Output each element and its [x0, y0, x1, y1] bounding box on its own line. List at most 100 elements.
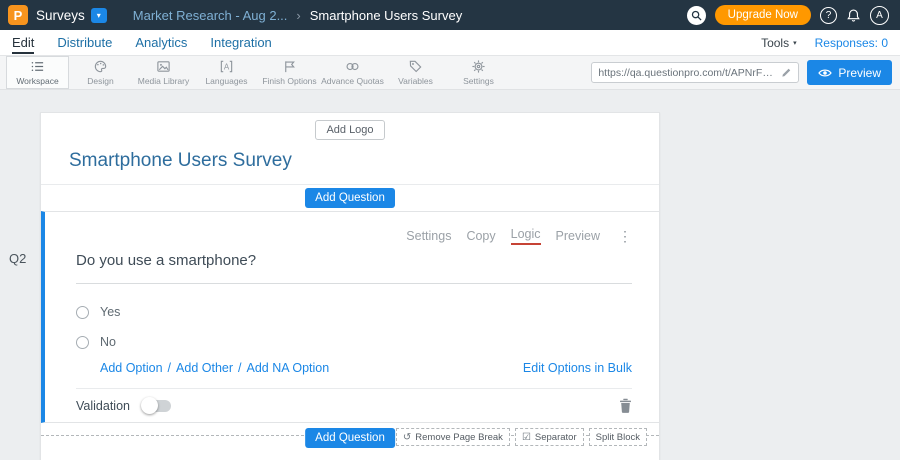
add-logo-button[interactable]: Add Logo	[315, 120, 384, 140]
preview-button[interactable]: Preview	[807, 60, 892, 85]
eye-icon	[818, 68, 832, 78]
breadcrumb-parent[interactable]: Market Research - Aug 2...	[133, 8, 288, 23]
toolbar-item-workspace[interactable]: Workspace	[6, 56, 69, 89]
toolbar-item-label: Media Library	[138, 76, 190, 86]
bell-icon[interactable]	[846, 8, 861, 23]
chevron-down-icon: ▾	[793, 39, 797, 47]
questionpro-logo[interactable]: P	[8, 5, 28, 25]
option-links-row: Add Option / Add Other / Add NA Option E…	[76, 361, 632, 375]
toggle-knob	[141, 397, 158, 414]
question-preview-link[interactable]: Preview	[556, 229, 600, 243]
builder-toolbar: Workspace Design Media Library A Languag…	[0, 56, 900, 90]
toolbar-item-media-library[interactable]: Media Library	[132, 56, 195, 89]
add-question-button-bottom[interactable]: Add Question	[305, 428, 395, 448]
preview-label: Preview	[838, 66, 881, 80]
question-number: Q2	[9, 251, 26, 266]
help-button[interactable]: ?	[820, 7, 837, 24]
answer-option-row: No	[76, 335, 632, 349]
add-question-button-top[interactable]: Add Question	[305, 188, 395, 208]
gear-icon	[471, 59, 486, 74]
separator-button[interactable]: ☑ Separator	[515, 428, 584, 446]
survey-url-field[interactable]: https://qa.questionpro.com/t/APNrFZgQ	[591, 62, 799, 83]
avatar[interactable]: A	[870, 6, 889, 25]
radio-button[interactable]	[76, 306, 89, 319]
tab-analytics[interactable]: Analytics	[135, 32, 187, 54]
toolbar-item-label: Design	[87, 76, 113, 86]
tools-menu[interactable]: Tools ▾	[761, 36, 797, 50]
nav-right: Tools ▾ Responses: 0	[761, 36, 888, 50]
add-option-link[interactable]: Add Option	[100, 361, 163, 375]
toolbar-item-advance-quotas[interactable]: Advance Quotas	[321, 56, 384, 89]
flag-icon	[282, 59, 297, 74]
tag-icon	[408, 59, 423, 74]
validation-label: Validation	[76, 399, 130, 413]
link-separator: /	[168, 361, 171, 375]
question-actions: Settings Copy Logic Preview ⋮	[76, 212, 632, 245]
validation-toggle[interactable]	[142, 400, 171, 412]
answer-option-row: Yes	[76, 305, 632, 319]
breadcrumb-separator-icon: ›	[296, 8, 300, 23]
tab-edit[interactable]: Edit	[12, 32, 34, 54]
chevron-down-icon[interactable]: ▾	[91, 8, 107, 23]
trash-icon	[619, 398, 632, 413]
upgrade-now-button[interactable]: Upgrade Now	[715, 5, 811, 25]
checkbox-icon: ☑	[522, 432, 531, 443]
toolbar-item-label: Variables	[398, 76, 433, 86]
svg-text:A: A	[224, 62, 230, 71]
product-menu-label[interactable]: Surveys	[36, 8, 85, 23]
delete-question-button[interactable]	[619, 398, 632, 413]
question-settings-link[interactable]: Settings	[406, 229, 451, 243]
section-nav: Edit Distribute Analytics Integration To…	[0, 30, 900, 56]
image-icon	[156, 59, 171, 74]
translate-icon: A	[219, 59, 234, 74]
toolbar-item-design[interactable]: Design	[69, 56, 132, 89]
undo-arrow-icon: ↺	[403, 432, 411, 443]
toolbar-item-label: Languages	[205, 76, 247, 86]
toolbar-item-label: Finish Options	[262, 76, 316, 86]
builder-canvas: Q2 Add Logo Smartphone Users Survey Add …	[0, 90, 900, 460]
tab-integration[interactable]: Integration	[210, 32, 271, 54]
add-na-option-link[interactable]: Add NA Option	[247, 361, 330, 375]
tab-distribute[interactable]: Distribute	[57, 32, 112, 54]
survey-title[interactable]: Smartphone Users Survey	[41, 140, 659, 185]
radio-button[interactable]	[76, 336, 89, 349]
separator-label: Separator	[535, 432, 577, 443]
add-other-link[interactable]: Add Other	[176, 361, 233, 375]
toolbar-item-label: Settings	[463, 76, 494, 86]
toolbar-item-label: Workspace	[16, 76, 58, 86]
list-icon	[30, 59, 45, 74]
survey-card: Add Logo Smartphone Users Survey Add Que…	[40, 112, 660, 460]
question-block: Settings Copy Logic Preview ⋮ Do you use…	[41, 211, 659, 423]
top-bar: P Surveys ▾ Market Research - Aug 2... ›…	[0, 0, 900, 30]
links-icon	[345, 59, 360, 74]
validation-row: Validation	[76, 389, 632, 422]
search-button[interactable]	[687, 6, 706, 25]
remove-page-break-label: Remove Page Break	[415, 432, 503, 443]
topbar-actions: Upgrade Now ? A	[687, 5, 889, 25]
remove-page-break-button[interactable]: ↺ Remove Page Break	[396, 428, 510, 446]
toolbar-item-variables[interactable]: Variables	[384, 56, 447, 89]
question-copy-link[interactable]: Copy	[466, 229, 495, 243]
question-text[interactable]: Do you use a smartphone?	[76, 252, 632, 284]
option-label[interactable]: Yes	[100, 305, 120, 319]
breadcrumb-current: Smartphone Users Survey	[310, 8, 462, 23]
page-footer: Add Question ↺ Remove Page Break ☑ Separ…	[41, 423, 659, 460]
toolbar-item-languages[interactable]: A Languages	[195, 56, 258, 89]
pencil-icon[interactable]	[781, 67, 792, 78]
palette-icon	[93, 59, 108, 74]
vertical-dots-icon[interactable]: ⋮	[618, 229, 632, 243]
toolbar-right: https://qa.questionpro.com/t/APNrFZgQ Pr…	[591, 56, 900, 89]
split-block-button[interactable]: Split Block	[589, 428, 647, 446]
responses-link[interactable]: Responses: 0	[815, 36, 888, 50]
edit-options-in-bulk-link[interactable]: Edit Options in Bulk	[523, 361, 632, 375]
survey-url: https://qa.questionpro.com/t/APNrFZgQ	[598, 67, 777, 79]
option-label[interactable]: No	[100, 335, 116, 349]
link-separator: /	[238, 361, 241, 375]
toolbar-item-label: Advance Quotas	[321, 76, 384, 86]
tools-label: Tools	[761, 36, 789, 50]
page-controls: ↺ Remove Page Break ☑ Separator Split Bl…	[396, 428, 647, 446]
question-logic-link[interactable]: Logic	[511, 227, 541, 245]
toolbar-item-finish-options[interactable]: Finish Options	[258, 56, 321, 89]
toolbar-item-settings[interactable]: Settings	[447, 56, 510, 89]
search-icon	[691, 10, 702, 21]
